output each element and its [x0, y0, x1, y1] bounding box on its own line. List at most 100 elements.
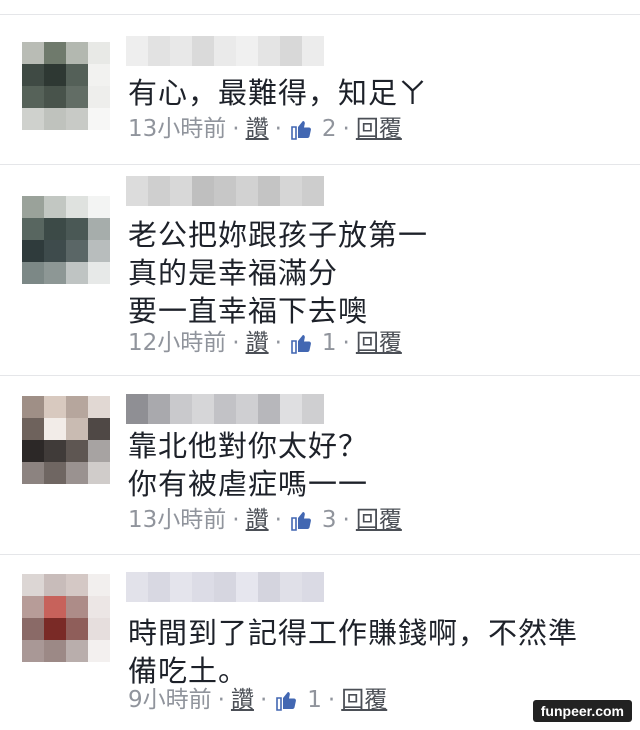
comment-meta: 9小時前 · 讚 · 1 · 回覆 — [128, 685, 387, 715]
name-pixel — [170, 176, 192, 206]
name-pixel — [126, 572, 148, 602]
name-pixel — [280, 394, 302, 424]
comment-line: 要一直幸福下去噢 — [128, 294, 369, 328]
avatar[interactable] — [22, 574, 110, 662]
avatar[interactable] — [22, 196, 110, 284]
like-count[interactable]: 2 — [322, 114, 337, 144]
name-pixel — [280, 176, 302, 206]
comment-meta: 13小時前 · 讚 · 2 · 回覆 — [128, 114, 402, 144]
timestamp[interactable]: 9小時前 — [128, 685, 212, 715]
comment-divider — [0, 164, 640, 165]
avatar-pixel — [44, 262, 66, 284]
commenter-name[interactable] — [126, 36, 324, 66]
avatar-pixel — [66, 42, 88, 64]
name-pixel — [280, 36, 302, 66]
avatar-pixel — [88, 440, 110, 462]
avatar-pixel — [22, 42, 44, 64]
like-thumb-icon — [290, 117, 314, 141]
name-pixel — [258, 394, 280, 424]
comment-divider — [0, 554, 640, 555]
separator-dot: · — [232, 507, 240, 533]
avatar-pixel — [88, 218, 110, 240]
avatar-pixel — [44, 240, 66, 262]
commenter-name[interactable] — [126, 176, 324, 206]
name-pixel — [214, 572, 236, 602]
name-pixel — [148, 572, 170, 602]
avatar-pixel — [88, 86, 110, 108]
like-link[interactable]: 讚 — [246, 114, 269, 144]
avatar-pixel — [22, 262, 44, 284]
name-pixel — [258, 176, 280, 206]
avatar-pixel — [44, 396, 66, 418]
avatar-pixel — [88, 640, 110, 662]
name-pixel — [126, 394, 148, 424]
separator-dot: · — [342, 507, 350, 533]
avatar-pixel — [22, 240, 44, 262]
avatar-pixel — [44, 196, 66, 218]
name-pixel — [236, 572, 258, 602]
comment-line: 時間到了記得工作賺錢啊，不然準 — [128, 616, 579, 650]
name-pixel — [280, 572, 302, 602]
reply-link[interactable]: 回覆 — [341, 685, 387, 715]
comment-text: 有心，最難得，知足ㄚ — [128, 74, 428, 112]
comment-text: 時間到了記得工作賺錢啊，不然準 備吃土。 — [128, 614, 578, 690]
name-pixel — [258, 36, 280, 66]
name-pixel — [170, 394, 192, 424]
name-pixel — [170, 36, 192, 66]
name-pixel — [126, 176, 148, 206]
comment-meta: 13小時前 · 讚 · 3 · 回覆 — [128, 505, 402, 535]
name-pixel — [214, 36, 236, 66]
avatar-pixel — [44, 462, 66, 484]
avatar-pixel — [66, 462, 88, 484]
commenter-name[interactable] — [126, 572, 324, 602]
avatar-pixel — [66, 196, 88, 218]
top-divider — [0, 14, 640, 15]
avatar-pixel — [22, 462, 44, 484]
avatar-pixel — [22, 596, 44, 618]
like-count[interactable]: 3 — [322, 505, 337, 535]
avatar-pixel — [66, 440, 88, 462]
reply-link[interactable]: 回覆 — [356, 114, 402, 144]
name-pixel — [302, 394, 324, 424]
avatar-pixel — [66, 64, 88, 86]
avatar-pixel — [22, 574, 44, 596]
separator-dot: · — [259, 687, 268, 713]
timestamp[interactable]: 13小時前 — [128, 114, 226, 144]
like-count[interactable]: 1 — [322, 328, 337, 358]
avatar-pixel — [22, 640, 44, 662]
like-count[interactable]: 1 — [307, 685, 322, 715]
avatar[interactable] — [22, 396, 110, 484]
comment-text: 靠北他對你太好？ 你有被虐症嗎一一 — [128, 427, 368, 503]
commenter-name[interactable] — [126, 394, 324, 424]
avatar-pixel — [88, 396, 110, 418]
name-pixel — [192, 36, 214, 66]
timestamp[interactable]: 13小時前 — [128, 505, 226, 535]
avatar-pixel — [88, 462, 110, 484]
name-pixel — [258, 572, 280, 602]
like-link[interactable]: 讚 — [246, 505, 269, 535]
name-pixel — [214, 176, 236, 206]
name-pixel — [302, 36, 324, 66]
avatar-pixel — [44, 618, 66, 640]
avatar-pixel — [22, 418, 44, 440]
avatar-pixel — [44, 640, 66, 662]
comment-line: 有心，最難得，知足ㄚ — [128, 76, 429, 110]
timestamp[interactable]: 12小時前 — [128, 328, 226, 358]
reply-link[interactable]: 回覆 — [356, 328, 402, 358]
avatar-pixel — [22, 396, 44, 418]
avatar-pixel — [44, 574, 66, 596]
name-pixel — [236, 176, 258, 206]
avatar[interactable] — [22, 42, 110, 130]
comment-line: 真的是幸福滿分 — [128, 256, 339, 290]
like-link[interactable]: 讚 — [246, 328, 269, 358]
separator-dot: · — [327, 687, 336, 713]
comment-line: 靠北他對你太好？ — [128, 429, 369, 463]
name-pixel — [236, 394, 258, 424]
like-link[interactable]: 讚 — [231, 685, 254, 715]
avatar-pixel — [44, 42, 66, 64]
avatar-pixel — [88, 240, 110, 262]
avatar-pixel — [66, 596, 88, 618]
reply-link[interactable]: 回覆 — [356, 505, 402, 535]
avatar-pixel — [66, 86, 88, 108]
name-pixel — [302, 572, 324, 602]
